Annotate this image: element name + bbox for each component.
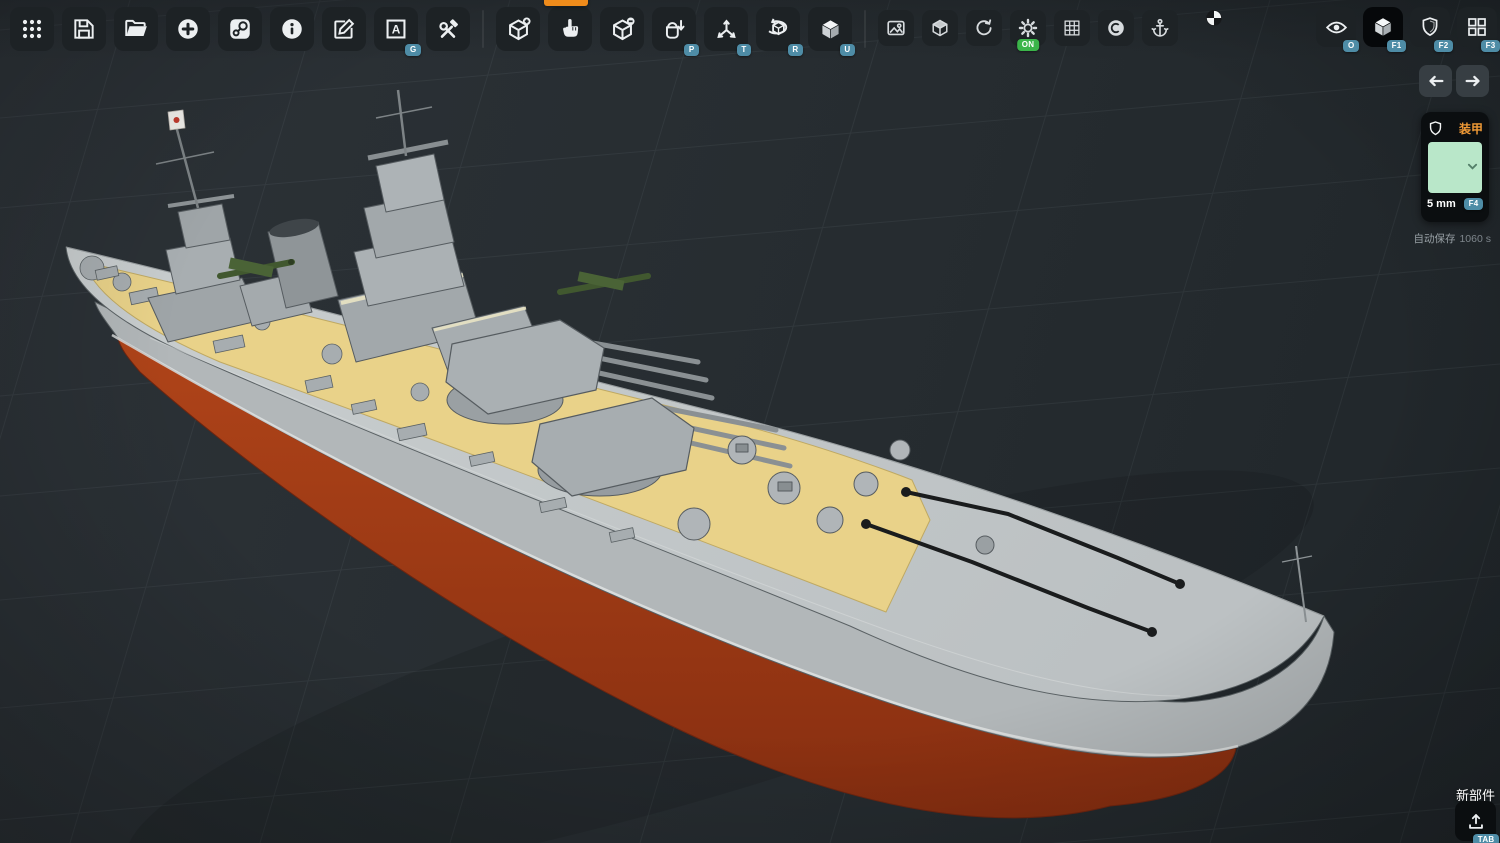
settings-button[interactable]: ON <box>1010 10 1046 46</box>
select-tool-button[interactable] <box>548 7 592 51</box>
armor-panel: 装甲 5 mm F4 <box>1421 112 1489 222</box>
grid-icon <box>1061 17 1083 39</box>
shortcut-badge: F2 <box>1434 40 1453 52</box>
armor-panel-header: 装甲 <box>1427 117 1483 139</box>
toolbar-main: A G <box>10 7 1178 51</box>
cube-icon <box>817 16 844 43</box>
arrow-right-icon <box>1464 74 1482 88</box>
upload-icon <box>1465 810 1487 832</box>
autosave-label: 自动保存 <box>1413 233 1455 245</box>
active-tool-indicator <box>544 0 588 6</box>
cube-plus-icon <box>505 16 532 43</box>
app-window: A G <box>0 0 1500 843</box>
save-button[interactable] <box>62 7 106 51</box>
info-icon <box>279 16 305 42</box>
block-tool-button[interactable]: U <box>808 7 852 51</box>
shortcut-badge: P <box>684 44 699 56</box>
toolbar-separator <box>482 10 484 48</box>
toggle-badge: ON <box>1017 39 1039 51</box>
image-icon <box>885 17 907 39</box>
shortcut-badge: G <box>405 44 421 56</box>
turntable-rotate-button[interactable] <box>966 10 1002 46</box>
shortcut-badge: U <box>840 44 855 56</box>
shield-icon <box>1418 15 1442 39</box>
record-button[interactable] <box>1098 10 1134 46</box>
armor-panel-footer: 5 mm F4 <box>1427 198 1483 210</box>
paint-tool-button[interactable]: P <box>652 7 696 51</box>
info-button[interactable] <box>270 7 314 51</box>
shortcut-badge: F4 <box>1464 198 1483 210</box>
anchor-icon <box>1149 17 1171 39</box>
chevron-down-icon <box>1466 161 1479 172</box>
plus-circle-icon <box>175 16 201 42</box>
four-squares-icon <box>1465 15 1489 39</box>
steam-button[interactable] <box>218 7 262 51</box>
edit-note-button[interactable] <box>322 7 366 51</box>
pencil-square-icon <box>331 16 357 42</box>
prev-button[interactable] <box>1419 65 1452 97</box>
next-button[interactable] <box>1456 65 1489 97</box>
shortcut-badge: F1 <box>1387 40 1406 52</box>
toolbar-separator <box>864 10 866 48</box>
cube-solid-icon <box>1370 14 1396 40</box>
open-file-button[interactable] <box>114 7 158 51</box>
shortcut-badge: TAB <box>1473 834 1499 843</box>
translate-tool-button[interactable]: T <box>704 7 748 51</box>
shortcut-badge: T <box>737 44 751 56</box>
add-block-button[interactable] <box>496 7 540 51</box>
new-part-button[interactable]: TAB <box>1455 801 1496 841</box>
tools-icon <box>435 16 461 42</box>
rotate-arrow-icon <box>973 17 995 39</box>
solid-view-button[interactable] <box>922 10 958 46</box>
app-menu-icon <box>20 17 44 41</box>
steam-icon <box>227 16 253 42</box>
armor-mode-button[interactable]: F2 <box>1410 7 1450 47</box>
armor-color-swatch[interactable] <box>1428 142 1482 193</box>
cube-outline-icon <box>929 17 951 39</box>
shortcut-badge: F3 <box>1481 40 1500 52</box>
fisheye-circle-icon <box>1105 17 1127 39</box>
grid-snap-button[interactable] <box>1054 10 1090 46</box>
axis-gizmo-icon <box>713 16 740 43</box>
gear-icon <box>1017 17 1039 39</box>
battleship-model[interactable] <box>66 90 1345 843</box>
blocks-mode-button[interactable]: F1 <box>1363 7 1403 47</box>
eye-icon <box>1324 15 1349 40</box>
cube-minus-icon <box>609 16 636 43</box>
arrow-left-icon <box>1427 74 1445 88</box>
shortcut-badge: O <box>1343 40 1359 52</box>
letter-a-square-icon: A <box>383 16 409 42</box>
save-icon <box>71 16 97 42</box>
pointing-hand-icon <box>557 16 583 42</box>
autosave-status: 自动保存 1060 s <box>1413 231 1491 246</box>
floatplane <box>560 271 648 292</box>
new-file-button[interactable] <box>166 7 210 51</box>
shortcut-badge: R <box>788 44 803 56</box>
tools-button[interactable] <box>426 7 470 51</box>
armor-thickness-value: 5 mm <box>1427 198 1456 210</box>
anchor-button[interactable] <box>1142 10 1178 46</box>
screenshot-button[interactable] <box>878 10 914 46</box>
center-of-mass-icon <box>1204 8 1224 28</box>
toolbar-modes: O F1 F2 F3 <box>1316 7 1497 47</box>
rotate-cube-icon <box>765 16 792 43</box>
remove-block-button[interactable] <box>600 7 644 51</box>
folder-icon <box>123 16 149 42</box>
rotate-tool-button[interactable]: R <box>756 7 800 51</box>
app-menu-button[interactable] <box>10 7 54 51</box>
visibility-button[interactable]: O <box>1316 7 1356 47</box>
viewport-3d[interactable] <box>0 0 1500 843</box>
shield-icon <box>1427 119 1444 138</box>
armor-panel-title: 装甲 <box>1459 120 1483 137</box>
paint-bucket-icon <box>661 16 687 42</box>
autosave-value: 1060 s <box>1459 233 1491 245</box>
svg-text:A: A <box>392 22 401 36</box>
modules-mode-button[interactable]: F3 <box>1457 7 1497 47</box>
text-block-button[interactable]: A G <box>374 7 418 51</box>
